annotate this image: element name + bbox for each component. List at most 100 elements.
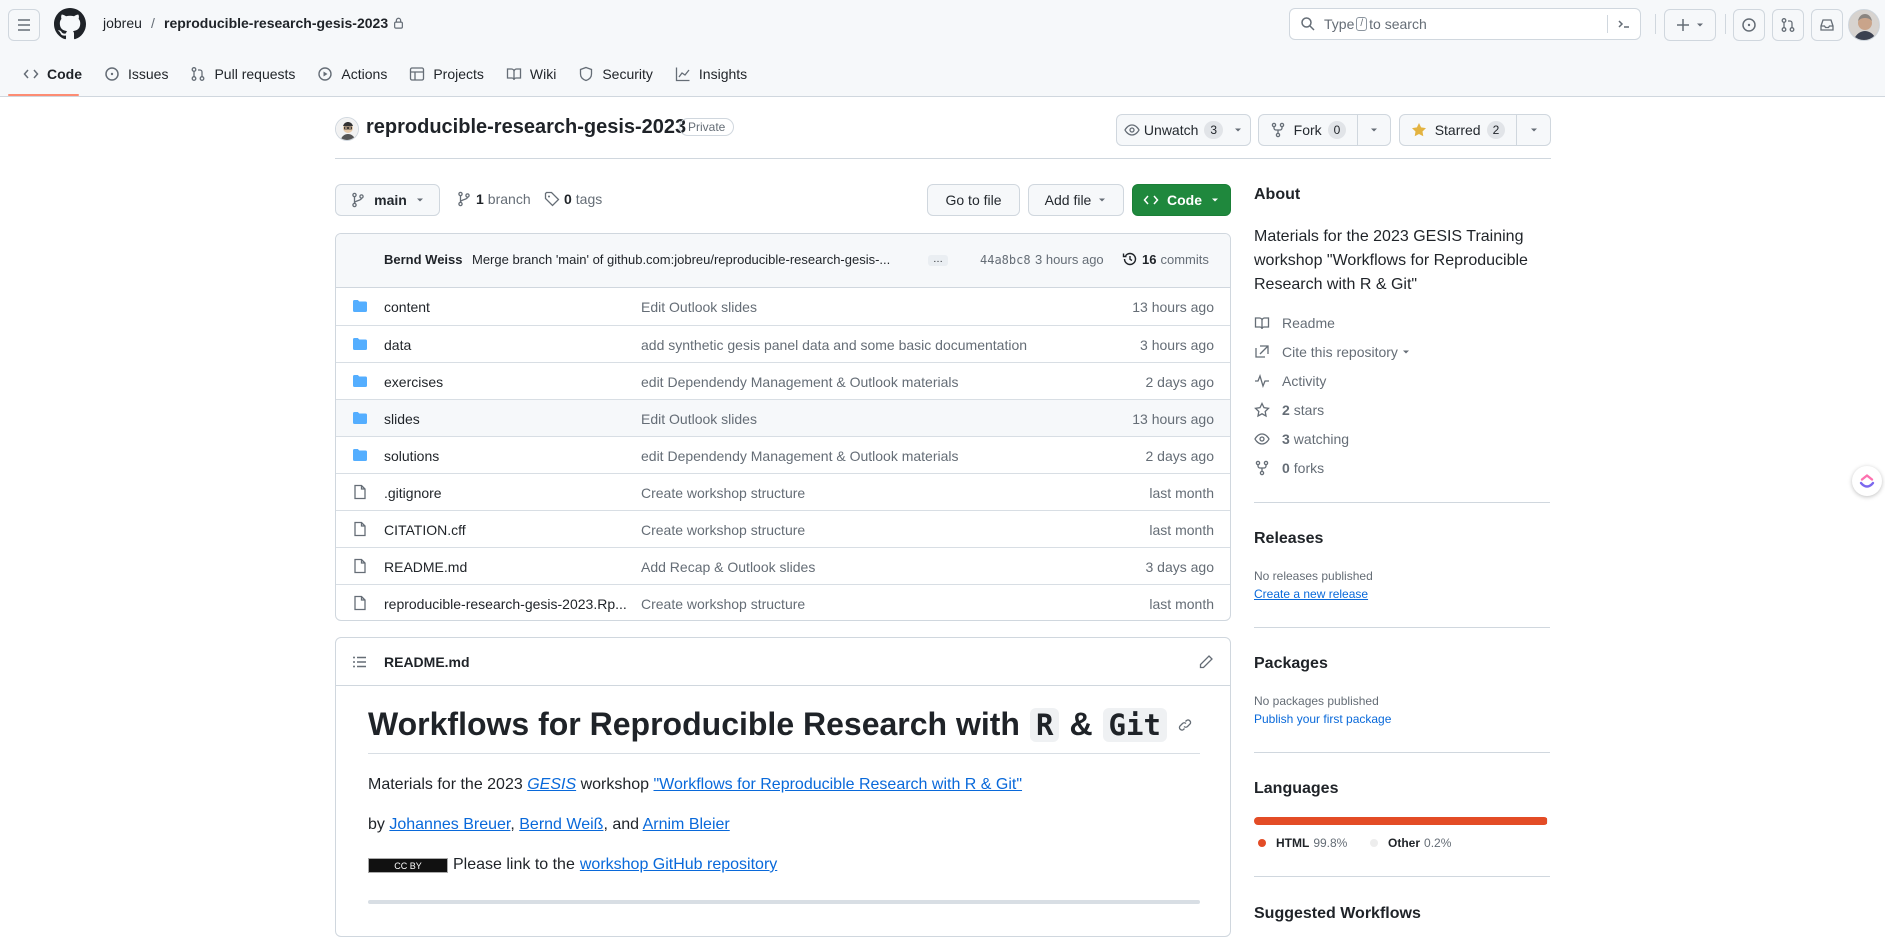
language-item-html[interactable]: HTML 99.8% [1258,836,1347,850]
create-release-link[interactable]: Create a new release [1254,587,1368,601]
branches-link[interactable]: 1 branch [456,191,531,207]
file-row[interactable]: reproducible-research-gesis-2023.Rp... Cr… [336,584,1230,620]
file-commit-message[interactable]: add synthetic gesis panel data and some … [641,337,1027,353]
file-commit-message[interactable]: Add Recap & Outlook slides [641,559,815,575]
author-link-3[interactable]: Arnim Bleier [643,816,730,833]
file-row[interactable]: content Edit Outlook slides 13 hours ago [336,288,1230,325]
gesis-link[interactable]: GESIS [527,776,576,793]
commit-expand-button[interactable]: … [928,255,948,266]
file-name[interactable]: solutions [384,448,439,464]
language-item-other[interactable]: Other 0.2% [1370,836,1451,850]
file-row[interactable]: .gitignore Create workshop structure last … [336,473,1230,510]
watching-link[interactable]: 3 watching [1254,431,1349,447]
go-to-file-button[interactable]: Go to file [927,184,1020,216]
commit-author[interactable]: Bernd Weiss [384,252,463,267]
file-row[interactable]: README.md Add Recap & Outlook slides 3 day… [336,547,1230,584]
code-button[interactable]: Code [1132,184,1231,216]
inbox-button[interactable] [1811,9,1843,41]
fork-button[interactable]: Fork 0 [1258,114,1358,146]
branch-select-button[interactable]: main [335,184,440,216]
command-palette-icon[interactable] [1616,16,1632,32]
sidebar-divider [1254,627,1550,628]
forks-link[interactable]: 0 forks [1254,460,1324,476]
author-link-1[interactable]: Johannes Breuer [389,816,510,833]
folder-icon-wrap [352,336,368,352]
tab-wiki[interactable]: Wiki [495,58,567,90]
language-percent-html: 99.8% [1313,836,1348,850]
star-count: 2 [1486,121,1506,139]
add-file-button[interactable]: Add file [1028,184,1124,216]
activity-link[interactable]: Activity [1254,373,1326,389]
file-row[interactable]: solutions edit Dependendy Management & Ou… [336,436,1230,473]
file-name[interactable]: CITATION.cff [384,522,466,538]
unwatch-button[interactable]: Unwatch 3 [1116,114,1251,146]
file-commit-message[interactable]: edit Dependendy Management & Outlook mat… [641,448,959,464]
menu-button[interactable] [8,9,40,41]
tab-pull-requests[interactable]: Pull requests [179,58,306,90]
file-row[interactable]: CITATION.cff Create workshop structure las… [336,510,1230,547]
list-unordered-icon[interactable] [352,654,368,670]
user-avatar[interactable] [1848,9,1880,41]
author-link-2[interactable]: Bernd Weiß [519,816,603,833]
search-input[interactable]: Type / to search [1289,8,1641,40]
readme-link[interactable]: Readme [1254,315,1335,331]
cite-repository-link[interactable]: Cite this repository [1254,344,1411,360]
starred-button[interactable]: Starred 2 [1399,114,1517,146]
repo-name[interactable]: reproducible-research-gesis-2023 [366,116,686,139]
file-name[interactable]: .gitignore [384,485,442,501]
file-name[interactable]: slides [384,411,420,427]
issues-nav-button[interactable] [1733,9,1765,41]
tab-insights[interactable]: Insights [664,58,758,90]
readme-and: , and [603,816,640,833]
file-name[interactable]: reproducible-research-gesis-2023.Rp... [384,596,627,612]
fork-dropdown-button[interactable] [1357,114,1391,146]
file-name[interactable]: data [384,337,411,353]
commit-message[interactable]: Merge branch 'main' of github.com:jobreu… [472,252,890,267]
tab-security[interactable]: Security [567,58,664,90]
file-name[interactable]: exercises [384,374,443,390]
file-commit-message[interactable]: Create workshop structure [641,522,805,538]
breadcrumb-repo[interactable]: reproducible-research-gesis-2023 [164,15,404,31]
file-commit-message[interactable]: Edit Outlook slides [641,299,757,315]
file-commit-message[interactable]: edit Dependendy Management & Outlook mat… [641,374,959,390]
file-row[interactable]: exercises edit Dependendy Management & Ou… [336,362,1230,399]
pencil-icon[interactable] [1198,654,1214,670]
packages-heading[interactable]: Packages [1254,655,1328,673]
file-name[interactable]: content [384,299,430,315]
commits-link[interactable]: 16 commits [1122,251,1209,267]
breadcrumb-owner[interactable]: jobreu [103,15,142,31]
repo-forked-icon [1271,122,1284,138]
clickup-extension-button[interactable] [1852,466,1882,496]
starred-label: Starred [1434,122,1481,138]
file-list: Bernd Weiss Merge branch 'main' of githu… [335,233,1231,621]
link-icon[interactable] [1177,717,1193,733]
file-commit-message[interactable]: Create workshop structure [641,596,805,612]
tags-link[interactable]: 0 tags [544,191,602,207]
clickup-logo-icon [1859,474,1875,488]
tab-issues[interactable]: Issues [93,58,179,90]
workshop-link[interactable]: "Workflows for Reproducible Research wit… [654,776,1023,793]
readme-filename[interactable]: README.md [384,654,470,670]
cc-by-license-badge[interactable]: CC BY [368,857,448,873]
pull-requests-nav-button[interactable] [1772,9,1804,41]
tag-count: 0 [564,191,572,207]
create-new-button[interactable] [1664,9,1716,41]
tab-actions[interactable]: Actions [306,58,398,90]
file-commit-message[interactable]: Edit Outlook slides [641,411,757,427]
caret-down-icon [1402,350,1409,354]
tab-code[interactable]: Code [12,58,93,90]
file-name[interactable]: README.md [384,559,467,575]
file-row[interactable]: slides Edit Outlook slides 13 hours ago [336,399,1230,436]
star-dropdown-button[interactable] [1516,114,1551,146]
github-logo[interactable] [54,8,86,40]
repository-link[interactable]: workshop GitHub repository [580,856,777,874]
file-commit-message[interactable]: Create workshop structure [641,485,805,501]
releases-heading[interactable]: Releases [1254,530,1323,548]
file-row[interactable]: data add synthetic gesis panel data and s… [336,325,1230,362]
owner-avatar[interactable] [335,117,359,141]
tab-projects[interactable]: Projects [398,58,495,90]
search-placeholder-prefix: Type [1324,16,1355,32]
commit-sha[interactable]: 44a8bc8 [980,253,1031,267]
stars-link[interactable]: 2 stars [1254,402,1324,418]
publish-package-link[interactable]: Publish your first package [1254,712,1391,726]
